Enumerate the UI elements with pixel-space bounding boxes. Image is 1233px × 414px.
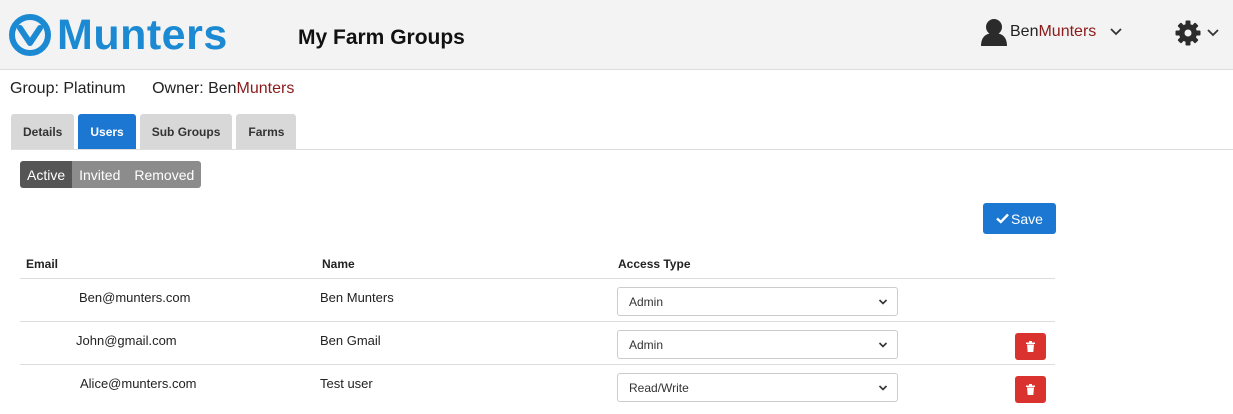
tab-farms[interactable]: Farms	[236, 114, 297, 149]
table-row: Alice@munters.com Test user Read/Write	[20, 365, 1055, 408]
trash-icon	[1026, 384, 1035, 395]
delete-user-button[interactable]	[1015, 333, 1046, 360]
access-type-select[interactable]: Admin	[617, 287, 898, 316]
chevron-down-icon	[878, 385, 888, 391]
access-type-select[interactable]: Read/Write	[617, 373, 898, 402]
owner-first-name: Ben	[208, 80, 237, 97]
page: Munters My Farm Groups BenMunters Group:…	[0, 0, 1233, 414]
trash-icon	[1026, 341, 1035, 352]
access-type-value: Admin	[629, 294, 664, 309]
group-tabs: Details Users Sub Groups Farms	[11, 114, 300, 149]
header-name: Name	[322, 257, 355, 271]
tab-sub-groups[interactable]: Sub Groups	[139, 114, 233, 149]
user-name: BenMunters	[1010, 23, 1096, 41]
table-row: John@gmail.com Ben Gmail Admin	[20, 322, 1055, 365]
table-row: Ben@munters.com Ben Munters Admin	[20, 279, 1055, 322]
table-header: Email Name Access Type	[20, 250, 1055, 279]
user-last-name: Munters	[1038, 23, 1097, 40]
filter-removed[interactable]: Removed	[127, 161, 202, 188]
save-label: Save	[1011, 210, 1043, 227]
check-icon	[996, 213, 1009, 224]
user-email: Alice@munters.com	[80, 376, 197, 391]
owner-label: Owner:	[152, 80, 209, 97]
owner-info: Owner: BenMunters	[152, 80, 294, 97]
user-name: Ben Gmail	[320, 333, 381, 348]
group-info: Group: Platinum Owner: BenMunters	[10, 80, 294, 98]
group-label: Group: Platinum	[10, 80, 126, 97]
access-type-value: Admin	[629, 337, 664, 352]
user-icon	[981, 19, 1007, 46]
filter-active[interactable]: Active	[20, 161, 73, 188]
chevron-down-icon	[878, 342, 888, 348]
chevron-down-icon	[1110, 28, 1122, 36]
tab-users[interactable]: Users	[78, 114, 136, 149]
settings-menu[interactable]	[1175, 20, 1219, 46]
user-menu[interactable]: BenMunters	[981, 17, 1122, 47]
header-access-type: Access Type	[618, 257, 691, 271]
tab-details[interactable]: Details	[11, 114, 75, 149]
header-email: Email	[26, 257, 59, 271]
access-type-value: Read/Write	[629, 380, 689, 395]
gear-icon	[1175, 20, 1201, 46]
users-table: Email Name Access Type Ben@munters.com B…	[20, 250, 1055, 408]
user-name: Test user	[320, 376, 373, 391]
top-header: Munters My Farm Groups BenMunters	[0, 0, 1233, 70]
munters-logo-mark-icon	[9, 14, 51, 56]
user-name: Ben Munters	[320, 290, 394, 305]
chevron-down-icon	[1207, 29, 1219, 37]
page-title: My Farm Groups	[298, 26, 465, 49]
user-email: Ben@munters.com	[79, 290, 191, 305]
munters-logo[interactable]: Munters	[9, 11, 228, 59]
user-first-name: Ben	[1010, 23, 1039, 40]
filter-invited[interactable]: Invited	[72, 161, 128, 188]
chevron-down-icon	[878, 299, 888, 305]
delete-user-button[interactable]	[1015, 376, 1046, 403]
tabs-divider	[11, 149, 1233, 150]
user-email: John@gmail.com	[76, 333, 177, 348]
user-status-filter: Active Invited Removed	[20, 161, 202, 188]
owner-last-name: Munters	[236, 80, 295, 97]
save-button[interactable]: Save	[983, 203, 1056, 234]
logo-text: Munters	[57, 11, 228, 59]
access-type-select[interactable]: Admin	[617, 330, 898, 359]
